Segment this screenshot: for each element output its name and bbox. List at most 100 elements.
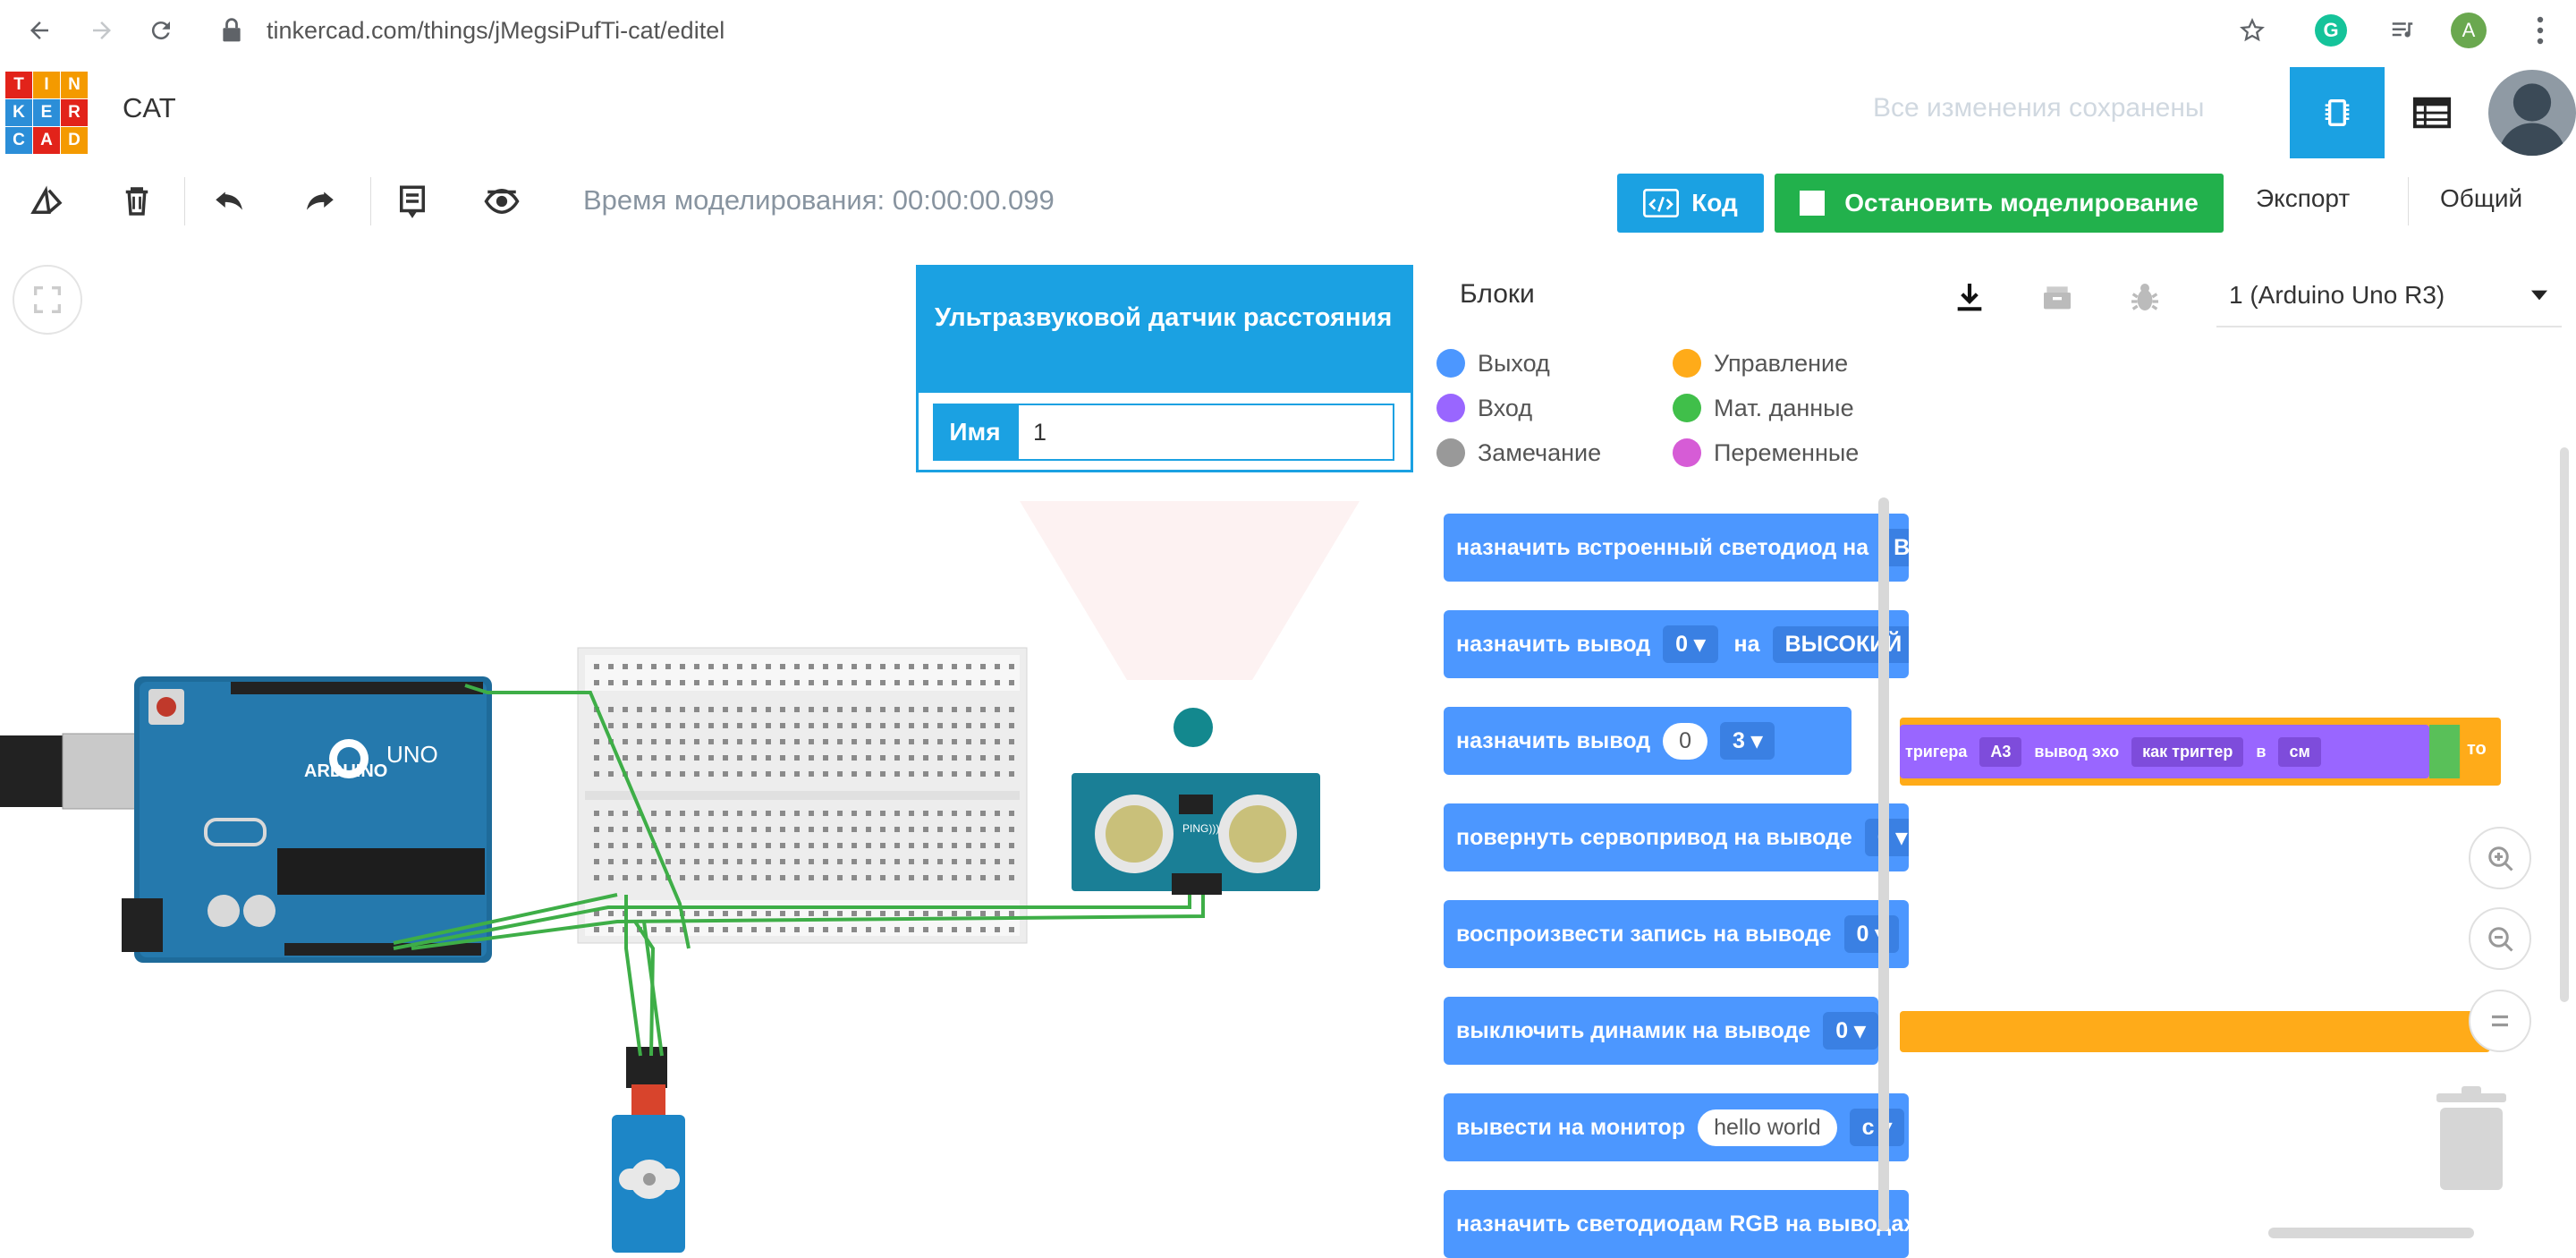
- simulation-time: Время моделирования: 00:00:00.099: [583, 184, 1055, 216]
- block-dropdown[interactable]: 0 ▾: [1663, 625, 1718, 663]
- breadboard-hole: [909, 911, 914, 916]
- unit-dropdown[interactable]: см: [2278, 736, 2321, 767]
- zoom-in-button[interactable]: [2469, 827, 2531, 889]
- breadboard-hole: [608, 927, 614, 932]
- code-block[interactable]: назначить вывод 0 3 ▾: [1444, 707, 1852, 775]
- export-button[interactable]: Экспорт: [2256, 184, 2350, 213]
- logo-letter: T: [5, 72, 32, 98]
- flyout-scrollbar[interactable]: [1878, 497, 1889, 1231]
- rotate-view-icon[interactable]: [16, 170, 79, 233]
- breadboard-hole: [952, 811, 957, 816]
- visibility-icon[interactable]: [470, 170, 533, 233]
- component-list-button[interactable]: [2385, 67, 2479, 158]
- code-block[interactable]: выключить динамик на выводе 0 ▾: [1444, 997, 1878, 1065]
- breadboard-hole: [837, 875, 843, 880]
- media-control-icon[interactable]: [2381, 9, 2424, 52]
- url-bar[interactable]: tinkercad.com/things/jMegsiPufTi-cat/edi…: [267, 13, 724, 48]
- name-input[interactable]: 1: [1017, 404, 1394, 461]
- block-dropdown[interactable]: 0 ▾: [1823, 1012, 1878, 1050]
- breadboard-hole: [809, 911, 814, 916]
- code-block[interactable]: повернуть сервопривод на выводе 0 ▾: [1444, 803, 1909, 871]
- library-icon[interactable]: [2036, 276, 2079, 319]
- toolbar-divider: [370, 177, 371, 225]
- code-button[interactable]: Код: [1617, 174, 1764, 233]
- block-dropdown[interactable]: 3 ▾: [1720, 722, 1775, 760]
- blocks-mode-dropdown[interactable]: Блоки: [1460, 279, 1535, 310]
- category-math[interactable]: Мат. данные: [1673, 394, 1854, 422]
- breadboard-hole: [737, 859, 742, 864]
- breadboard-hole: [1009, 843, 1014, 848]
- back-icon[interactable]: [18, 9, 61, 52]
- workspace-compare-block[interactable]: [2429, 725, 2460, 778]
- breadboard-hole: [837, 827, 843, 832]
- breadboard-hole: [894, 859, 900, 864]
- category-control[interactable]: Управление: [1673, 349, 1848, 378]
- breadboard-hole: [737, 827, 742, 832]
- grammarly-extension-icon[interactable]: G: [2315, 14, 2347, 47]
- forward-icon[interactable]: [80, 9, 123, 52]
- breadboard-hole: [966, 771, 971, 777]
- breadboard-hole: [880, 859, 886, 864]
- breadboard-hole: [823, 911, 828, 916]
- notes-icon[interactable]: [381, 170, 444, 233]
- category-variables[interactable]: Переменные: [1673, 438, 1859, 467]
- circuit-view-button[interactable]: [2290, 67, 2385, 158]
- workspace-h-scrollbar[interactable]: [2268, 1228, 2474, 1238]
- echo-pin-dropdown[interactable]: как тригтер: [2131, 736, 2244, 767]
- user-avatar[interactable]: [2488, 70, 2576, 156]
- debugger-icon[interactable]: [2123, 276, 2166, 319]
- block-dropdown[interactable]: 0 ▾: [1843, 915, 1899, 953]
- profile-avatar[interactable]: A: [2451, 13, 2487, 48]
- delete-icon[interactable]: [106, 170, 168, 233]
- category-input[interactable]: Вход: [1436, 394, 1532, 422]
- star-icon[interactable]: [2231, 9, 2274, 52]
- breadboard-hole: [909, 859, 914, 864]
- zoom-out-button[interactable]: [2469, 907, 2531, 970]
- block-text-input[interactable]: hello world: [1698, 1109, 1837, 1146]
- category-label: Управление: [1714, 349, 1849, 377]
- breadboard-hole: [937, 755, 943, 761]
- breadboard[interactable]: [577, 647, 1028, 944]
- breadboard-hole: [937, 927, 943, 932]
- breadboard-hole: [894, 827, 900, 832]
- tinkercad-logo[interactable]: TIN KER CAD: [5, 72, 88, 154]
- block-dropdown[interactable]: с ▾: [1849, 1109, 1905, 1146]
- breadboard-hole: [923, 843, 928, 848]
- trigger-pin-dropdown[interactable]: А3: [1979, 736, 2022, 767]
- servo-motor[interactable]: [612, 1047, 685, 1253]
- breadboard-hole: [852, 755, 857, 761]
- download-icon[interactable]: [1948, 276, 1991, 319]
- project-title[interactable]: CAT: [123, 92, 176, 124]
- breadboard-hole: [780, 911, 785, 916]
- arduino-board[interactable]: [122, 676, 492, 963]
- breadboard-hole: [852, 680, 857, 685]
- code-block[interactable]: вывести на монитор hello world с ▾: [1444, 1093, 1909, 1161]
- undo-icon[interactable]: [199, 170, 261, 233]
- breadboard-hole: [665, 811, 671, 816]
- toolbar-divider: [184, 177, 185, 225]
- block-text-input[interactable]: 0: [1663, 722, 1708, 760]
- workspace-distance-block[interactable]: тригера А3 вывод эхо как тригтер в см: [1900, 725, 2429, 778]
- share-button[interactable]: Общий: [2440, 184, 2522, 213]
- arduino-brand: ARDUINO: [304, 761, 387, 781]
- zoom-reset-button[interactable]: [2469, 990, 2531, 1052]
- category-output[interactable]: Выход: [1436, 349, 1550, 378]
- code-block[interactable]: воспроизвести запись на выводе 0 ▾: [1444, 900, 1909, 968]
- browser-menu-icon[interactable]: [2537, 16, 2544, 45]
- workspace-v-scrollbar[interactable]: [2560, 447, 2569, 1002]
- breadboard-hole: [1009, 811, 1014, 816]
- stop-simulation-button[interactable]: Остановить моделирование: [1775, 174, 2224, 233]
- device-select[interactable]: 1 (Arduino Uno R3): [2216, 265, 2562, 327]
- reload-icon[interactable]: [140, 9, 182, 52]
- workspace-control-block[interactable]: [1900, 1011, 2490, 1052]
- trash-icon[interactable]: [2433, 1086, 2510, 1190]
- code-block[interactable]: назначить вывод 0 ▾ на ВЫСОКИЙ: [1444, 610, 1909, 678]
- breadboard-hole: [751, 755, 757, 761]
- code-block[interactable]: назначить встроенный светодиод наВ ▾: [1444, 514, 1909, 582]
- selection-handle[interactable]: [1174, 708, 1213, 747]
- breadboard-hole: [995, 811, 1000, 816]
- code-block[interactable]: назначить светодиодам RGB на выводах: [1444, 1190, 1909, 1258]
- breadboard-hole: [794, 927, 800, 932]
- category-notation[interactable]: Замечание: [1436, 438, 1601, 467]
- redo-icon[interactable]: [288, 170, 351, 233]
